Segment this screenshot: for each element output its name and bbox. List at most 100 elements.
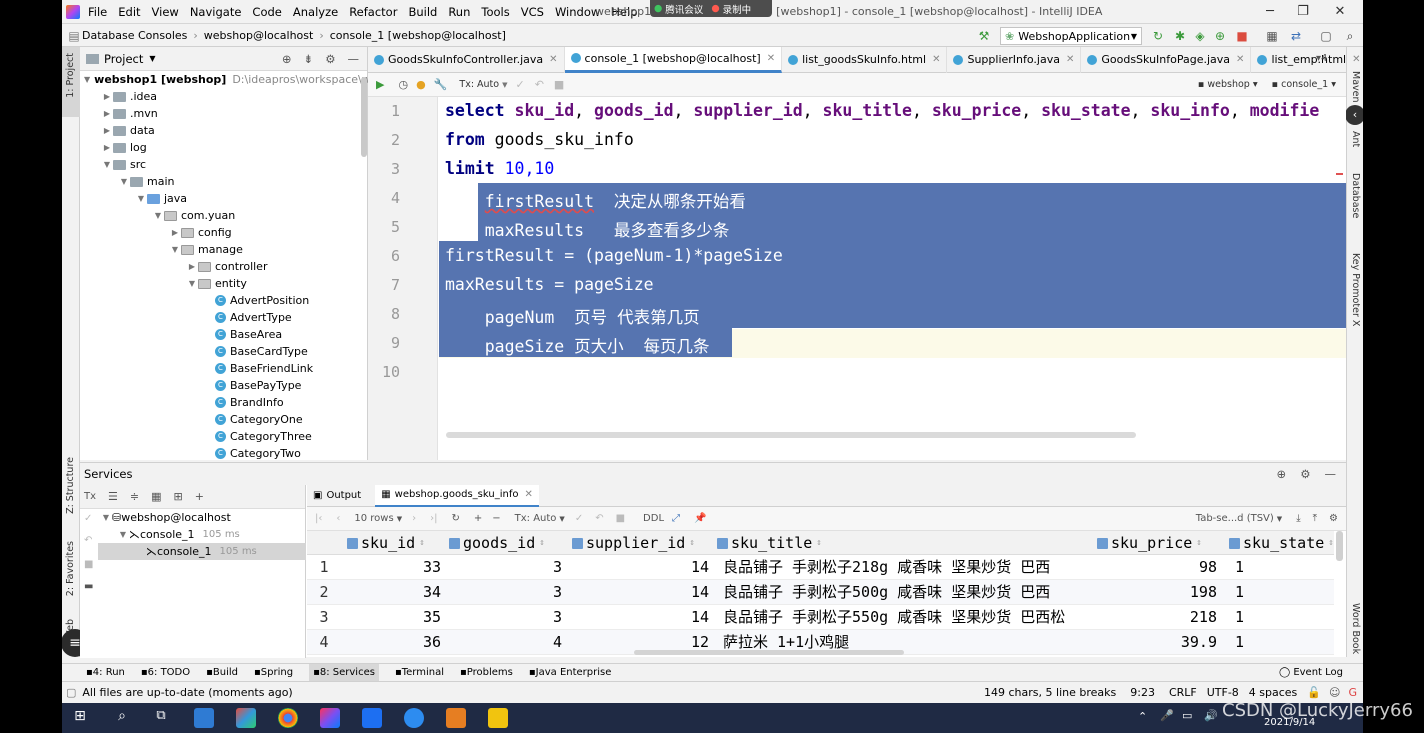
tx-mode-select[interactable]: Tx: Auto (459, 79, 499, 90)
expand-all-icon[interactable]: ☰ (108, 490, 118, 503)
tool-window-button[interactable]: ▪ 4: Run (86, 664, 125, 682)
grid-horizontal-scrollbar[interactable] (634, 650, 904, 655)
services-tree-node[interactable]: ⋋ console_1 105 ms (98, 543, 306, 560)
wrench-icon[interactable]: 🔧 (434, 78, 448, 91)
locate-icon[interactable]: ⊕ (1277, 467, 1287, 481)
status-position[interactable]: 9:23 (1130, 686, 1155, 699)
tray-network-icon[interactable]: ▭ (1182, 709, 1192, 722)
editor-tab[interactable]: console_1 [webshop@localhost] ✕ (564, 46, 783, 73)
collapsed-arrow-icon[interactable]: ▶ (186, 262, 198, 271)
collapsed-arrow-icon[interactable]: ▶ (169, 228, 181, 237)
game-app-icon[interactable] (446, 708, 466, 728)
tray-mic-icon[interactable]: 🎤 (1160, 709, 1174, 722)
table-cell[interactable]: 98 (1097, 555, 1217, 580)
export-format-select[interactable]: Tab-se...d (TSV) (1196, 513, 1274, 524)
editor-tab[interactable]: SupplierInfo.java ✕ (947, 46, 1082, 73)
project-tree-node[interactable]: C CategoryTwo (80, 445, 368, 462)
project-tree-node[interactable]: C AdvertPosition (80, 292, 368, 309)
filter-icon[interactable]: ⊞ (174, 490, 183, 503)
sort-icon[interactable]: ⇕ (816, 538, 821, 548)
expanded-arrow-icon[interactable]: ▼ (118, 177, 130, 186)
result-tx-mode[interactable]: Tx: Auto (515, 513, 557, 524)
intellij-taskbar-icon[interactable] (320, 708, 340, 728)
hammer-build-icon[interactable]: ⚒ (976, 28, 992, 44)
table-cell[interactable]: 1 (1231, 555, 1331, 580)
collapsed-arrow-icon[interactable]: ▶ (101, 92, 113, 101)
download-icon[interactable]: ⤓ (1296, 513, 1300, 524)
hide-icon[interactable]: — (1325, 467, 1337, 481)
project-tree-node[interactable]: ▼ entity (80, 275, 368, 292)
lock-icon[interactable]: 🔓 (1307, 686, 1321, 699)
tool-window-button[interactable]: ▪ Java Enterprise (529, 664, 612, 682)
revert-icon[interactable]: ↶ (595, 513, 603, 524)
table-cell[interactable]: 1 (1231, 580, 1331, 605)
collapsed-arrow-icon[interactable]: ▶ (101, 126, 113, 135)
menu-window[interactable]: Window (555, 5, 600, 19)
status-indent[interactable]: 4 spaces (1249, 686, 1298, 699)
column-header[interactable]: sku_id ⇕ (347, 531, 449, 555)
project-tree-node[interactable]: ▼ src (80, 156, 368, 173)
stop-icon[interactable]: ■ (1234, 28, 1250, 44)
search-icon[interactable]: ⌕ (1342, 28, 1358, 44)
refresh-icon[interactable]: ↻ (451, 513, 459, 524)
rows-select[interactable]: 10 rows (354, 513, 393, 524)
expanded-arrow-icon[interactable]: ▼ (117, 530, 129, 539)
menu-refactor[interactable]: Refactor (349, 5, 397, 19)
collapse-all-icon[interactable]: ⇟ (304, 52, 314, 66)
column-header[interactable]: sku_title ⇕ (717, 531, 1091, 555)
expanded-arrow-icon[interactable]: ▼ (100, 513, 112, 522)
status-square-icon[interactable]: ▢ (66, 686, 76, 699)
stop-icon[interactable]: ■ (84, 559, 93, 570)
close-icon[interactable]: ✕ (549, 54, 557, 65)
column-header[interactable]: supplier_id ⇕ (572, 531, 714, 555)
note-app-icon[interactable] (488, 708, 508, 728)
windows-start-icon[interactable]: ⊞ (70, 708, 90, 728)
translate-icon[interactable]: ⇄ (1288, 28, 1304, 44)
table-cell[interactable]: 34 (341, 580, 441, 605)
settings-icon[interactable]: ⚙ (1329, 513, 1338, 524)
console-select[interactable]: ▪ console_1 ▾ (1272, 79, 1336, 90)
tab-result-table[interactable]: ▦ webshop.goods_sku_info ✕ (375, 484, 539, 507)
coverage-icon[interactable]: ◈ (1192, 28, 1208, 44)
database-tool-button[interactable]: Database (1350, 173, 1361, 218)
execute-icon[interactable]: ▶ (376, 78, 384, 91)
pin-icon[interactable]: 📌 (694, 513, 706, 524)
project-tree-node[interactable]: C BrandInfo (80, 394, 368, 411)
project-tree-node[interactable]: C BaseCardType (80, 343, 368, 360)
close-window-button[interactable]: ✕ (1330, 2, 1350, 22)
task-view-icon[interactable]: ⧉ (151, 708, 171, 728)
minimize-button[interactable]: ─ (1260, 2, 1280, 22)
expanded-arrow-icon[interactable]: ▼ (152, 211, 164, 220)
gear-icon[interactable]: ⚙ (1300, 467, 1310, 481)
table-cell[interactable]: 35 (341, 605, 441, 630)
menu-edit[interactable]: Edit (118, 5, 140, 19)
services-tree-node[interactable]: ▼ ⋋ console_1 105 ms (98, 526, 306, 543)
table-cell[interactable]: 良品铺子 手剥松子218g 咸香味 坚果炒货 巴西 (719, 555, 1095, 580)
services-tree-node[interactable]: ▼ ⛁ webshop@localhost (98, 509, 306, 526)
tool-window-button[interactable]: ▪ Problems (460, 664, 513, 682)
menu-view[interactable]: View (152, 5, 179, 19)
editor-tab[interactable]: list_goodsSkuInfo.html ✕ (782, 46, 948, 73)
expanded-arrow-icon[interactable]: ▼ (101, 160, 113, 169)
menu-file[interactable]: File (88, 5, 107, 19)
last-page-icon[interactable]: ›| (430, 513, 437, 524)
project-tool-button[interactable]: 1: Project (65, 53, 76, 98)
column-header[interactable]: sku_state ⇕ (1229, 531, 1334, 555)
sort-icon[interactable]: ⇕ (419, 538, 424, 548)
editor-horizontal-scrollbar[interactable] (446, 432, 1136, 438)
collapsed-arrow-icon[interactable]: ▶ (101, 143, 113, 152)
settings-p-icon[interactable]: ● (416, 78, 426, 91)
profile-icon[interactable]: ⊕ (1212, 28, 1228, 44)
cancel-icon[interactable]: ■ (554, 78, 564, 91)
project-tree-node[interactable]: C BaseArea (80, 326, 368, 343)
status-encoding[interactable]: UTF-8 (1207, 686, 1239, 699)
google-icon[interactable]: G (1348, 686, 1357, 699)
collapse-all-icon[interactable]: ≑ (130, 490, 139, 503)
table-cell[interactable]: 3 (443, 555, 562, 580)
table-cell[interactable]: 36 (341, 630, 441, 655)
commit-icon[interactable]: ✓ (515, 78, 524, 91)
close-icon[interactable]: ✕ (1066, 54, 1074, 65)
close-icon[interactable]: ✕ (767, 53, 775, 64)
frame-icon[interactable]: ▢ (1318, 28, 1334, 44)
project-structure-icon[interactable]: ▦ (1264, 28, 1280, 44)
